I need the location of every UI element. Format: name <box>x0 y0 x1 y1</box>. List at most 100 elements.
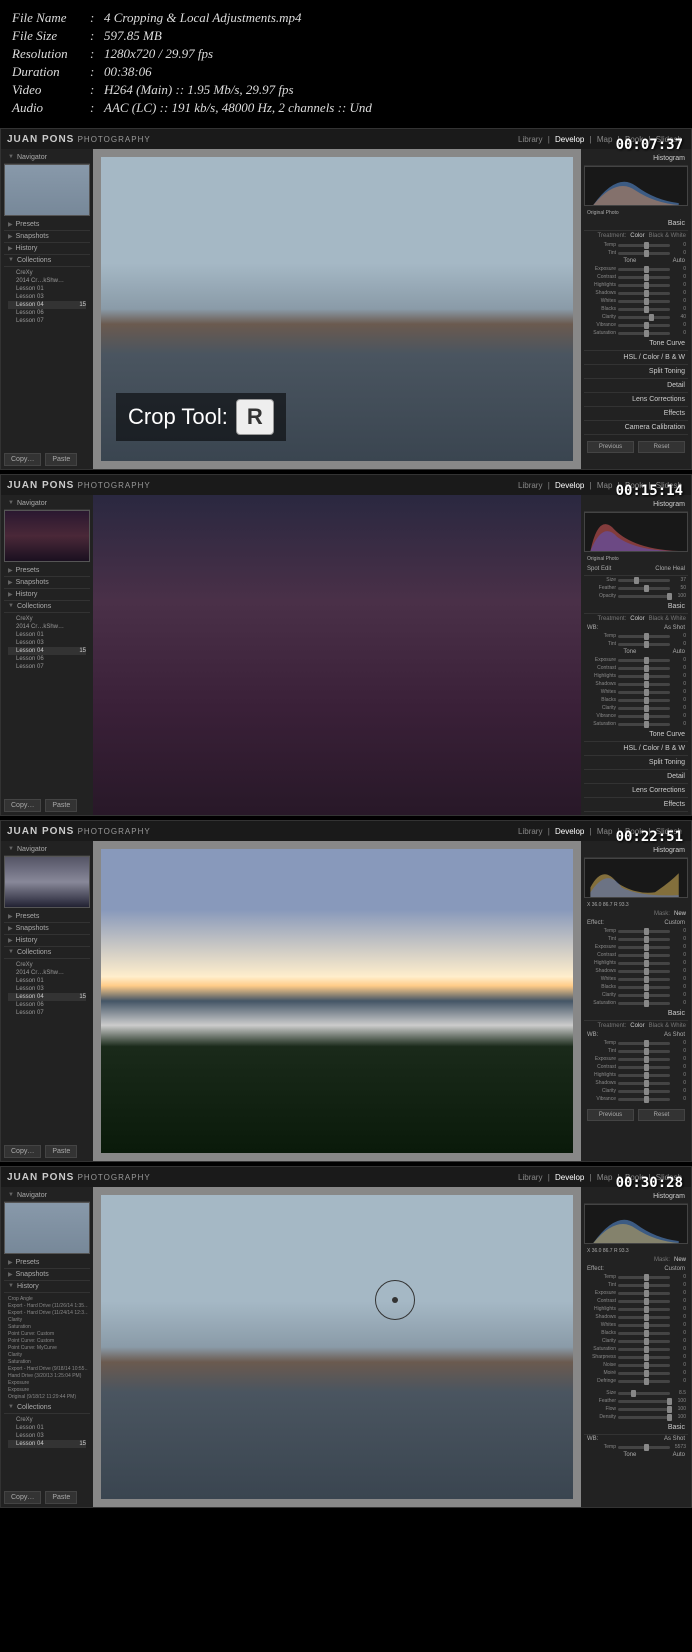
split-header[interactable]: Split Toning <box>584 365 688 379</box>
treatment-color[interactable]: Color <box>630 1023 644 1029</box>
tree-lesson-07[interactable]: Lesson 07 <box>8 663 86 671</box>
treatment-color[interactable]: Color <box>630 233 644 239</box>
feather-slider[interactable] <box>618 587 670 590</box>
history-header[interactable]: History <box>16 591 38 598</box>
wb-dropdown[interactable]: As Shot <box>664 1436 685 1442</box>
tab-map[interactable]: Map <box>597 1173 613 1182</box>
clarity-slider[interactable] <box>618 1340 670 1343</box>
snapshots-header[interactable]: Snapshots <box>16 579 49 586</box>
basic-header[interactable]: Basic <box>584 217 688 231</box>
tree-lesson-04[interactable]: Lesson 04 15 <box>8 1440 86 1448</box>
history-header[interactable]: History <box>17 1283 39 1290</box>
tree-root[interactable]: CreXy <box>8 1416 86 1424</box>
whites-slider[interactable] <box>618 1324 670 1327</box>
whites-slider[interactable] <box>618 978 670 981</box>
tree-lesson-03[interactable]: Lesson 03 <box>8 1432 86 1440</box>
tint-slider[interactable] <box>618 938 670 941</box>
wb-dropdown[interactable]: As Shot <box>664 1032 685 1038</box>
blacks-slider[interactable] <box>618 986 670 989</box>
blacks-slider[interactable] <box>618 1332 670 1335</box>
highlights-slider[interactable] <box>618 675 670 678</box>
histogram-header[interactable]: Histogram <box>584 152 688 166</box>
whites-slider[interactable] <box>618 691 670 694</box>
navigator-header[interactable]: Navigator <box>17 846 47 853</box>
tab-develop[interactable]: Develop <box>555 827 584 836</box>
effect-dropdown[interactable]: Custom <box>664 920 685 926</box>
treatment-color[interactable]: Color <box>630 616 644 622</box>
opacity-slider[interactable] <box>618 595 670 598</box>
presets-header[interactable]: Presets <box>16 1259 40 1266</box>
tree-folder[interactable]: 2014 Cr…kShw… <box>8 277 86 285</box>
whites-slider[interactable] <box>618 300 670 303</box>
history-item[interactable]: Saturation <box>6 1323 88 1330</box>
tab-library[interactable]: Library <box>518 481 542 490</box>
tree-lesson-03[interactable]: Lesson 03 <box>8 639 86 647</box>
previous-button[interactable]: Previous <box>587 1109 634 1121</box>
presets-header[interactable]: Presets <box>16 567 40 574</box>
history-list[interactable]: Crop Angle Export - Hard Drive (11/26/14… <box>4 1293 90 1402</box>
histogram-header[interactable]: Histogram <box>584 1190 688 1204</box>
clarity-slider[interactable] <box>618 994 670 997</box>
camera-header[interactable]: Camera Calibration <box>584 812 688 815</box>
auto-button[interactable]: Auto <box>673 649 685 655</box>
clone-btn[interactable]: Clone <box>655 566 671 572</box>
paste-button[interactable]: Paste <box>45 1491 77 1504</box>
collections-header[interactable]: Collections <box>17 603 51 610</box>
copy-button[interactable]: Copy… <box>4 799 41 812</box>
history-item[interactable]: Exposure <box>6 1379 88 1386</box>
navigator-header[interactable]: Navigator <box>17 1192 47 1199</box>
reset-button[interactable]: Reset <box>638 1109 685 1121</box>
tree-root[interactable]: CreXy <box>8 615 86 623</box>
navigator-thumbnail[interactable] <box>4 1202 90 1254</box>
snapshots-header[interactable]: Snapshots <box>16 233 49 240</box>
collections-header[interactable]: Collections <box>17 1404 51 1411</box>
tree-lesson-01[interactable]: Lesson 01 <box>8 631 86 639</box>
basic-header[interactable]: Basic <box>584 1007 688 1021</box>
temp-slider[interactable] <box>618 1276 670 1279</box>
history-item[interactable]: Clarity <box>6 1316 88 1323</box>
tab-map[interactable]: Map <box>597 827 613 836</box>
basic-header[interactable]: Basic <box>584 1421 688 1435</box>
snapshots-header[interactable]: Snapshots <box>16 925 49 932</box>
mask-new[interactable]: New <box>674 911 686 917</box>
exposure-slider[interactable] <box>618 946 670 949</box>
reset-button[interactable]: Reset <box>638 441 685 453</box>
auto-button[interactable]: Auto <box>673 258 685 264</box>
saturation-slider[interactable] <box>618 332 670 335</box>
tree-lesson-04[interactable]: Lesson 04 15 <box>8 993 86 1001</box>
image-viewport[interactable] <box>93 1187 581 1507</box>
tab-develop[interactable]: Develop <box>555 1173 584 1182</box>
tab-library[interactable]: Library <box>518 1173 542 1182</box>
copy-button[interactable]: Copy… <box>4 1491 41 1504</box>
tree-lesson-03[interactable]: Lesson 03 <box>8 293 86 301</box>
hsl-header[interactable]: HSL / Color / B & W <box>584 351 688 365</box>
split-header[interactable]: Split Toning <box>584 756 688 770</box>
history-item[interactable]: Original (9/18/12 11:29:44 PM) <box>6 1393 88 1400</box>
tree-lesson-01[interactable]: Lesson 01 <box>8 1424 86 1432</box>
detail-header[interactable]: Detail <box>584 379 688 393</box>
paste-button[interactable]: Paste <box>45 1145 77 1158</box>
blacks-slider[interactable] <box>618 308 670 311</box>
snapshots-header[interactable]: Snapshots <box>16 1271 49 1278</box>
copy-button[interactable]: Copy… <box>4 1145 41 1158</box>
tree-lesson-06[interactable]: Lesson 06 <box>8 655 86 663</box>
clarity-slider[interactable] <box>618 707 670 710</box>
tree-lesson-07[interactable]: Lesson 07 <box>8 1009 86 1017</box>
auto-button[interactable]: Auto <box>673 1452 685 1458</box>
vibrance-slider[interactable] <box>618 324 670 327</box>
history-item[interactable]: Saturation <box>6 1358 88 1365</box>
image-viewport[interactable] <box>93 495 581 815</box>
history-item[interactable]: Point Curve: Custom <box>6 1337 88 1344</box>
tree-lesson-06[interactable]: Lesson 06 <box>8 309 86 317</box>
brush-flow-slider[interactable] <box>618 1408 670 1411</box>
tree-lesson-01[interactable]: Lesson 01 <box>8 977 86 985</box>
navigator-header[interactable]: Navigator <box>17 500 47 507</box>
vibrance-slider[interactable] <box>618 715 670 718</box>
tab-map[interactable]: Map <box>597 481 613 490</box>
collections-header[interactable]: Collections <box>17 257 51 264</box>
tab-develop[interactable]: Develop <box>555 481 584 490</box>
tree-folder[interactable]: 2014 Cr…kShw… <box>8 969 86 977</box>
history-item[interactable]: Exposure <box>6 1386 88 1393</box>
tree-lesson-03[interactable]: Lesson 03 <box>8 985 86 993</box>
histogram-display[interactable] <box>584 858 688 898</box>
